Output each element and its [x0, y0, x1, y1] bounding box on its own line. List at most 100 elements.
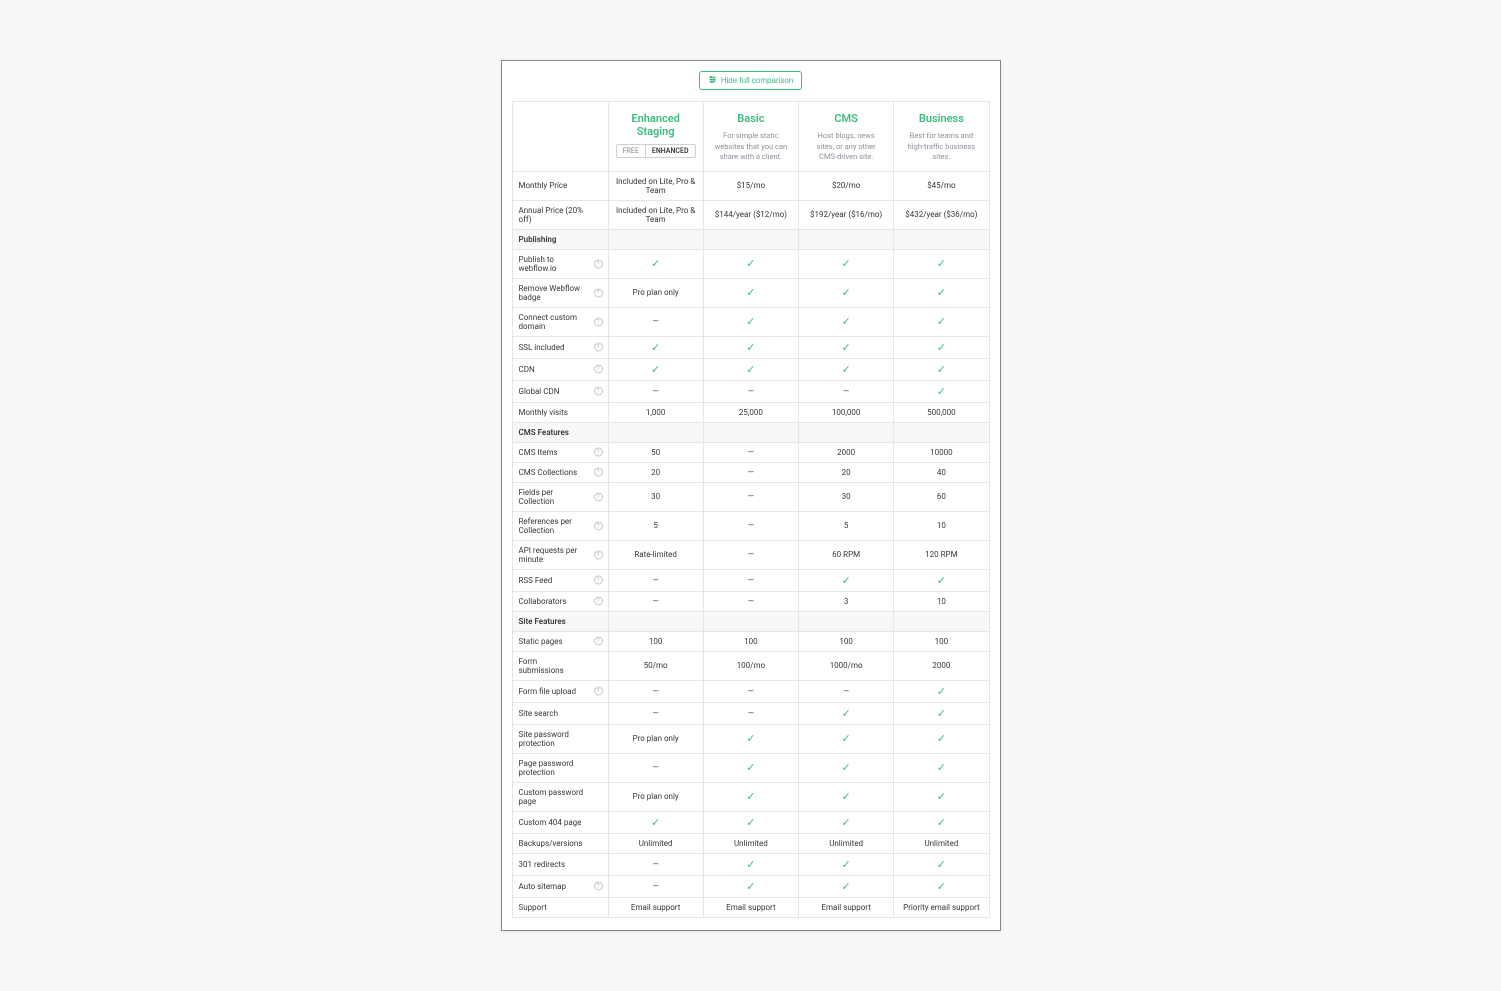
- info-icon[interactable]: ?: [594, 343, 603, 352]
- feature-label: Global CDN: [519, 387, 578, 396]
- toggle-free[interactable]: FREE: [617, 145, 645, 157]
- table-row: 301 redirects—✓✓✓: [512, 853, 989, 875]
- info-icon[interactable]: ?: [594, 448, 603, 457]
- check-icon: ✓: [842, 315, 851, 328]
- cell-value: 5: [844, 521, 849, 530]
- feature-cell: 1000/mo: [799, 651, 894, 680]
- feature-label-cell: API requests per minute?: [512, 540, 608, 569]
- cell-value: $15/mo: [737, 181, 765, 190]
- info-icon[interactable]: ?: [594, 288, 603, 297]
- feature-cell: ✓: [894, 724, 989, 753]
- feature-cell: 20: [799, 462, 894, 482]
- feature-label-cell: Monthly Price: [512, 171, 608, 200]
- check-icon: ✓: [842, 858, 851, 871]
- feature-cell: ✓: [703, 853, 798, 875]
- table-row: SupportEmail supportEmail supportEmail s…: [512, 897, 989, 917]
- feature-cell: —: [703, 380, 798, 402]
- cell-value: Email support: [821, 903, 870, 912]
- feature-cell: —: [608, 853, 703, 875]
- feature-cell: 100: [608, 631, 703, 651]
- cell-value: 100/mo: [737, 661, 765, 670]
- feature-label-cell: RSS Feed?: [512, 569, 608, 591]
- table-row: Remove Webflow badge?Pro plan only✓✓✓: [512, 278, 989, 307]
- cell-value: Rate-limited: [634, 550, 677, 559]
- cell-value: 25,000: [739, 408, 763, 417]
- feature-label: Publish to webflow.io: [519, 255, 602, 273]
- info-icon[interactable]: ?: [594, 550, 603, 559]
- staging-toggle[interactable]: FREE ENHANCED: [616, 144, 696, 158]
- feature-cell: ✓: [799, 753, 894, 782]
- feature-cell: 100: [703, 631, 798, 651]
- info-icon[interactable]: ?: [594, 882, 603, 891]
- info-icon[interactable]: ?: [594, 468, 603, 477]
- feature-cell: Unlimited: [608, 833, 703, 853]
- feature-label: Form file upload: [519, 687, 595, 696]
- table-row: CMS Collections?20—2040: [512, 462, 989, 482]
- feature-cell: 30: [799, 482, 894, 511]
- check-icon: ✓: [651, 816, 660, 829]
- feature-label-cell: Site password protection: [512, 724, 608, 753]
- toggle-enhanced[interactable]: ENHANCED: [645, 145, 695, 157]
- feature-cell: ✓: [894, 680, 989, 702]
- cell-value: —: [653, 709, 659, 718]
- cell-value: 10: [937, 597, 946, 606]
- cell-value: —: [748, 468, 754, 477]
- cell-value: Email support: [631, 903, 680, 912]
- feature-cell: Email support: [703, 897, 798, 917]
- feature-label: CMS Items: [519, 448, 576, 457]
- dash-icon: —: [653, 597, 659, 606]
- cell-value: 3: [844, 597, 849, 606]
- feature-cell: $192/year ($16/mo): [799, 200, 894, 229]
- check-icon: ✓: [842, 707, 851, 720]
- feature-cell: —: [703, 569, 798, 591]
- info-icon[interactable]: ?: [594, 687, 603, 696]
- dash-icon: —: [748, 687, 754, 696]
- feature-cell: —: [703, 511, 798, 540]
- feature-label-cell: Publish to webflow.io?: [512, 249, 608, 278]
- cell-value: 120 RPM: [925, 550, 957, 559]
- check-icon: ✓: [842, 286, 851, 299]
- feature-cell: ✓: [703, 336, 798, 358]
- feature-cell: ✓: [799, 875, 894, 897]
- feature-label: Remove Webflow badge: [519, 284, 602, 302]
- feature-label-cell: Form file upload?: [512, 680, 608, 702]
- info-icon[interactable]: ?: [594, 597, 603, 606]
- feature-cell: 120 RPM: [894, 540, 989, 569]
- feature-cell: 25,000: [703, 402, 798, 422]
- table-row: References per Collection?5—510: [512, 511, 989, 540]
- feature-cell: 100,000: [799, 402, 894, 422]
- feature-cell: 100/mo: [703, 651, 798, 680]
- feature-cell: ✓: [703, 811, 798, 833]
- feature-cell: 100: [799, 631, 894, 651]
- table-row: Monthly visits1,00025,000100,000500,000: [512, 402, 989, 422]
- feature-cell: —: [608, 307, 703, 336]
- check-icon: ✓: [842, 732, 851, 745]
- plan-desc: Best for teams and high-traffic business…: [900, 131, 982, 163]
- table-row: Publish to webflow.io?✓✓✓✓: [512, 249, 989, 278]
- feature-cell: Unlimited: [703, 833, 798, 853]
- info-icon[interactable]: ?: [594, 637, 603, 646]
- feature-cell: —: [608, 380, 703, 402]
- cell-value: Unlimited: [924, 839, 958, 848]
- info-icon[interactable]: ?: [594, 521, 603, 530]
- check-icon: ✓: [842, 761, 851, 774]
- info-icon[interactable]: ?: [594, 576, 603, 585]
- feature-cell: ✓: [703, 249, 798, 278]
- info-icon[interactable]: ?: [594, 259, 603, 268]
- info-icon[interactable]: ?: [594, 387, 603, 396]
- feature-cell: 60 RPM: [799, 540, 894, 569]
- feature-cell: ✓: [799, 569, 894, 591]
- info-icon[interactable]: ?: [594, 492, 603, 501]
- feature-cell: —: [703, 702, 798, 724]
- feature-cell: —: [703, 591, 798, 611]
- feature-label-cell: Global CDN?: [512, 380, 608, 402]
- info-icon[interactable]: ?: [594, 365, 603, 374]
- feature-label-cell: References per Collection?: [512, 511, 608, 540]
- feature-cell: Included on Lite, Pro & Team: [608, 171, 703, 200]
- cell-value: —: [748, 709, 754, 718]
- hide-comparison-button[interactable]: Hide full comparison: [699, 71, 802, 90]
- feature-cell: —: [608, 569, 703, 591]
- feature-label: 301 redirects: [519, 860, 584, 869]
- info-icon[interactable]: ?: [594, 317, 603, 326]
- check-icon: ✓: [746, 257, 755, 270]
